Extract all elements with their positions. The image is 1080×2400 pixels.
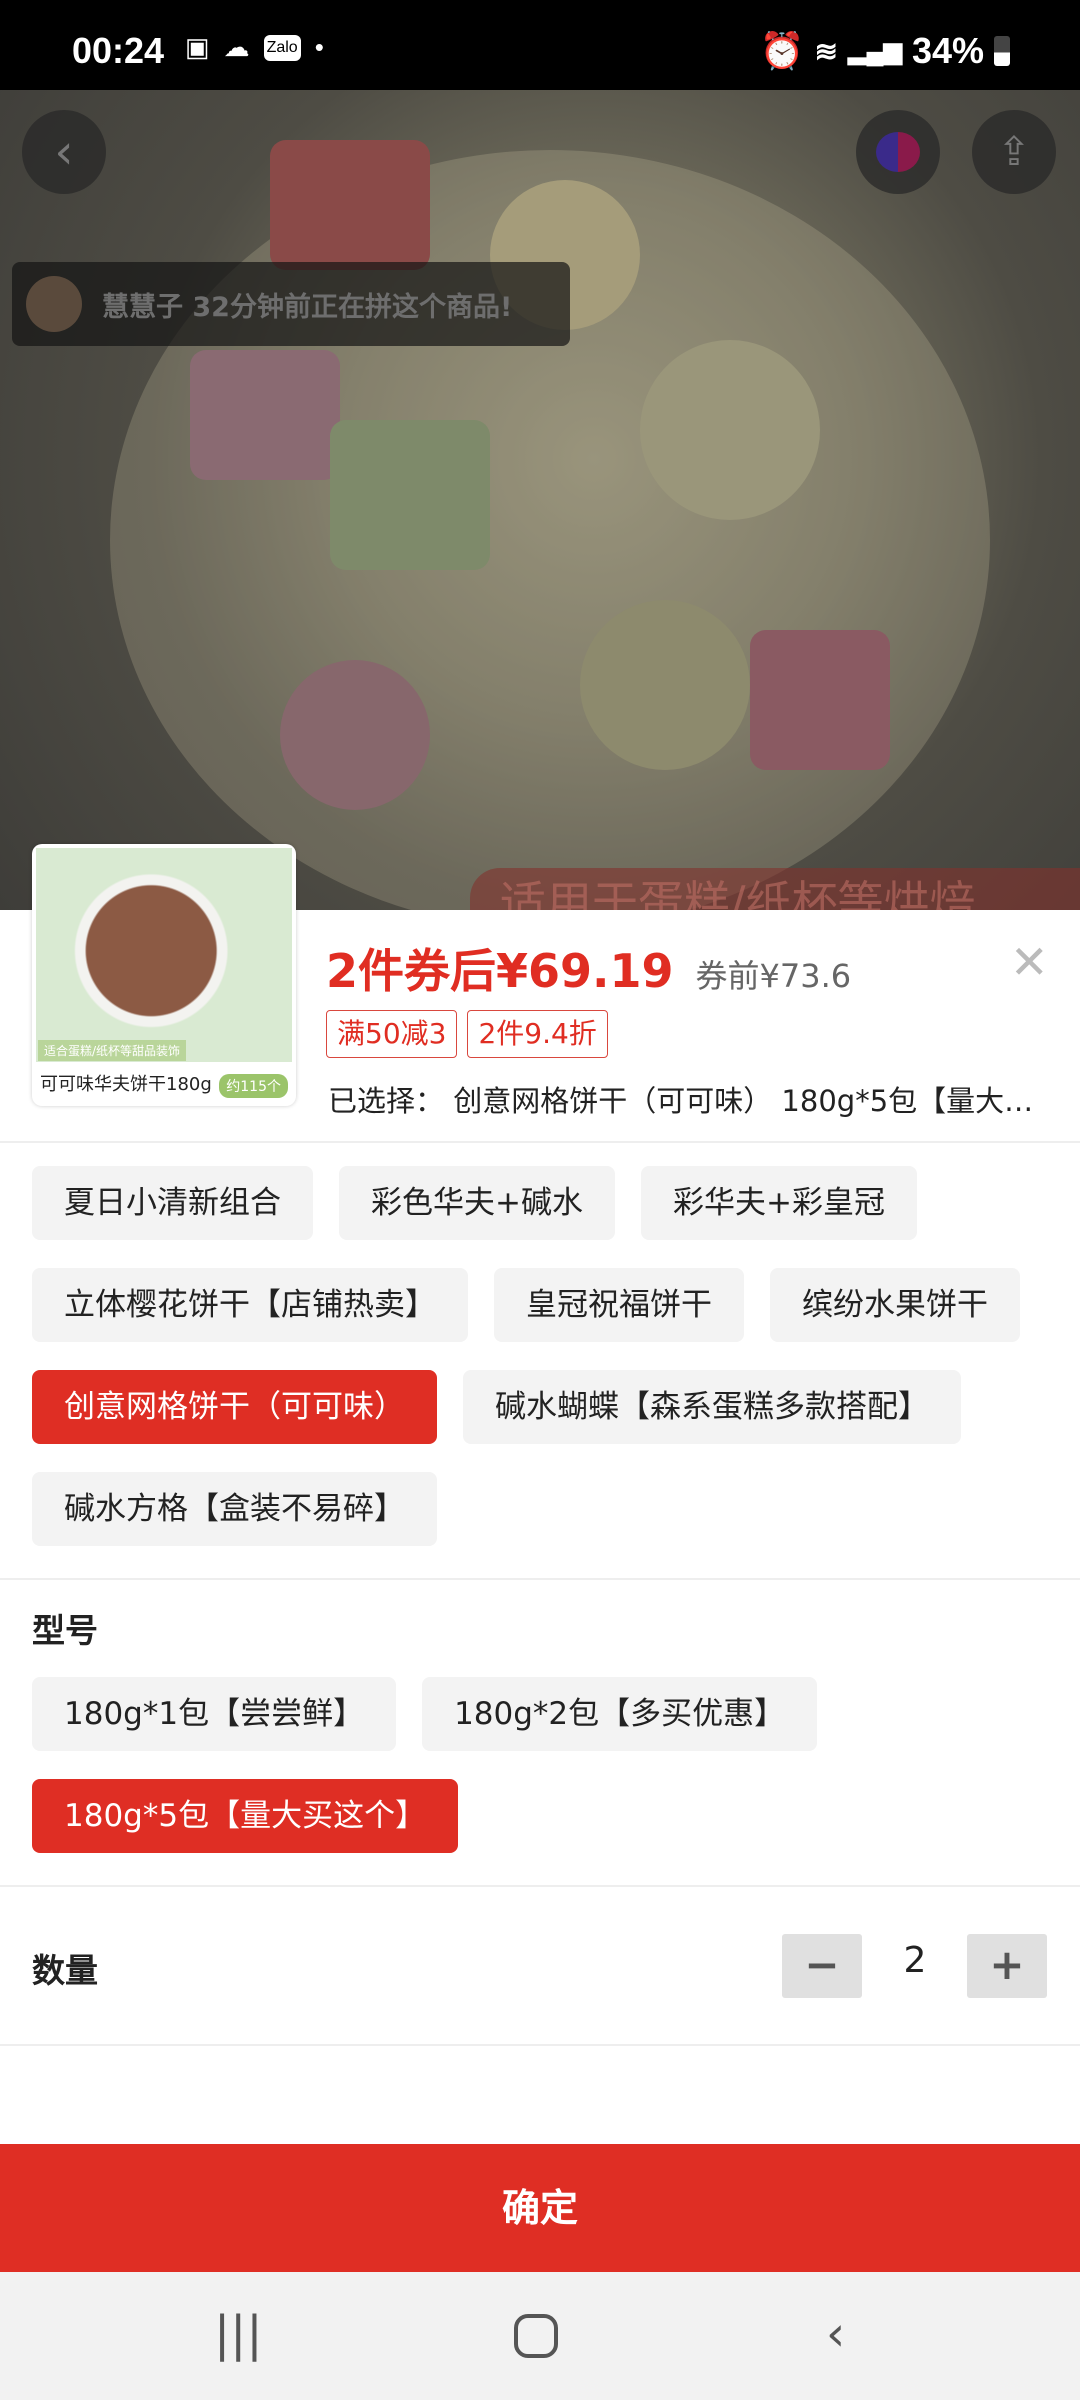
brand-logo-icon — [876, 132, 920, 172]
quantity-label: 数量 — [32, 1951, 98, 1990]
quantity-value[interactable]: 2 — [890, 1940, 940, 1981]
brand-button[interactable] — [856, 110, 940, 194]
selected-summary: 已选择： 创意网格饼干（可可味） 180g*5包【量大买这个】 — [328, 1084, 1048, 1118]
promo-tags: 满50减3 2件9.4折 — [326, 1010, 608, 1058]
group-buy-banner: 慧慧子 32分钟前正在拼这个商品! — [12, 262, 570, 346]
price-row: 2件券后¥69.19 券前¥73.6 — [326, 935, 851, 1001]
model-option[interactable]: 180g*5包【量大买这个】 — [32, 1779, 459, 1853]
quantity-increase-button[interactable]: + — [967, 1934, 1047, 1998]
divider — [0, 1141, 1080, 1143]
flavor-option[interactable]: 彩华夫+彩皇冠 — [640, 1166, 917, 1240]
model-section-title: 型号 — [32, 1611, 98, 1650]
model-options: 180g*1包【尝尝鲜】 180g*2包【多买优惠】 180g*5包【量大买这个… — [32, 1677, 1062, 1853]
product-image-overlay[interactable]: ‹ ⇪ 慧慧子 32分钟前正在拼这个商品! 适用于蛋糕/纸杯等烘焙 — [0, 90, 1080, 910]
battery-icon — [994, 36, 1010, 66]
cookie-shape — [640, 340, 820, 520]
battery-percent: 34% — [911, 30, 984, 71]
cookie-shape — [190, 350, 340, 480]
zalo-icon: Zalo — [263, 34, 301, 61]
promo-tag: 满50减3 — [326, 1010, 458, 1058]
model-option[interactable]: 180g*2包【多买优惠】 — [422, 1677, 818, 1751]
group-buy-text: 慧慧子 32分钟前正在拼这个商品! — [102, 291, 513, 323]
flavor-option[interactable]: 碱水方格【盒装不易碎】 — [32, 1472, 437, 1546]
system-nav-bar: ||| ‹ — [0, 2272, 1080, 2400]
cookie-shape — [750, 630, 890, 770]
cloud-icon: ☁ — [223, 32, 250, 62]
cookie-shape — [280, 660, 430, 810]
wifi-icon: ≋ — [814, 35, 839, 67]
price-before-coupon: 券前¥73.6 — [695, 957, 852, 995]
close-icon[interactable]: ✕ — [1010, 935, 1049, 989]
back-icon[interactable]: ‹ — [826, 2306, 845, 2362]
thumbnail-caption: 可可味华夫饼干180g — [40, 1074, 212, 1095]
share-icon: ⇪ — [997, 129, 1031, 175]
recents-icon[interactable]: ||| — [214, 2306, 263, 2362]
home-icon[interactable] — [514, 2314, 558, 2358]
cookie-shape — [580, 600, 750, 770]
share-button[interactable]: ⇪ — [972, 110, 1056, 194]
chevron-left-icon: ‹ — [54, 124, 74, 180]
flavor-option[interactable]: 夏日小清新组合 — [32, 1166, 313, 1240]
thumbnail-count: 约115个 — [219, 1074, 288, 1098]
flavor-option[interactable]: 碱水蝴蝶【森系蛋糕多款搭配】 — [463, 1370, 961, 1444]
price-after-coupon: 2件券后¥69.19 — [326, 944, 674, 998]
cookie-shape — [270, 140, 430, 270]
divider — [0, 2044, 1080, 2046]
flavor-option[interactable]: 缤纷水果饼干 — [770, 1268, 1020, 1342]
avatar — [26, 276, 82, 332]
cookie-shape — [330, 420, 490, 570]
thumbnail-subtitle: 适合蛋糕/纸杯等甜品装饰 — [38, 1040, 187, 1061]
alarm-icon: ⏰ — [759, 30, 805, 71]
divider — [0, 1578, 1080, 1580]
quantity-decrease-button[interactable]: − — [782, 1934, 862, 1998]
status-time: 00:24 — [72, 30, 165, 71]
back-button[interactable]: ‹ — [22, 110, 106, 194]
flavor-options: 夏日小清新组合 彩色华夫+碱水 彩华夫+彩皇冠 立体樱花饼干【店铺热卖】 皇冠祝… — [32, 1166, 1062, 1546]
status-bar: 00:24 ▣ ☁ Zalo • ⏰ ≋ ▂▄▆ 34% — [0, 0, 1080, 90]
thumbnail-photo — [36, 848, 292, 1062]
image-caption: 适用于蛋糕/纸杯等烘焙 — [470, 868, 1080, 910]
flavor-option[interactable]: 立体樱花饼干【店铺热卖】 — [32, 1268, 468, 1342]
flavor-option[interactable]: 皇冠祝福饼干 — [494, 1268, 744, 1342]
flavor-option[interactable]: 创意网格饼干（可可味） — [32, 1370, 437, 1444]
flavor-option[interactable]: 彩色华夫+碱水 — [339, 1166, 615, 1240]
divider — [0, 1885, 1080, 1887]
product-thumbnail[interactable]: 适合蛋糕/纸杯等甜品装饰 可可味华夫饼干180g 约115个 — [32, 844, 296, 1106]
confirm-button[interactable]: 确定 — [0, 2144, 1080, 2272]
dot-icon: • — [314, 32, 324, 62]
gallery-icon: ▣ — [185, 32, 210, 62]
signal-icon: ▂▄▆ — [848, 37, 902, 65]
model-option[interactable]: 180g*1包【尝尝鲜】 — [32, 1677, 397, 1751]
promo-tag: 2件9.4折 — [467, 1010, 608, 1058]
